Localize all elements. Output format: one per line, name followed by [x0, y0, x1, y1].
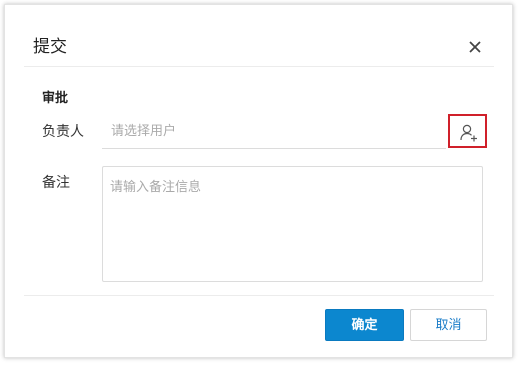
submit-dialog: 提交 审批 负责人 备注 确定 取消	[4, 4, 513, 358]
confirm-button[interactable]: 确定	[325, 309, 404, 341]
user-picker-button[interactable]	[448, 114, 487, 148]
close-icon	[469, 41, 481, 53]
close-button[interactable]	[465, 37, 485, 57]
cancel-button[interactable]: 取消	[410, 309, 487, 341]
dialog-title: 提交	[33, 37, 67, 57]
header-divider	[24, 66, 494, 67]
add-user-icon	[460, 124, 477, 142]
assignee-input[interactable]	[102, 115, 446, 149]
remark-label: 备注	[42, 175, 70, 191]
remark-textarea[interactable]	[102, 166, 483, 282]
footer-divider	[24, 295, 494, 296]
section-title-approval: 审批	[42, 91, 69, 106]
assignee-label: 负责人	[42, 124, 84, 140]
